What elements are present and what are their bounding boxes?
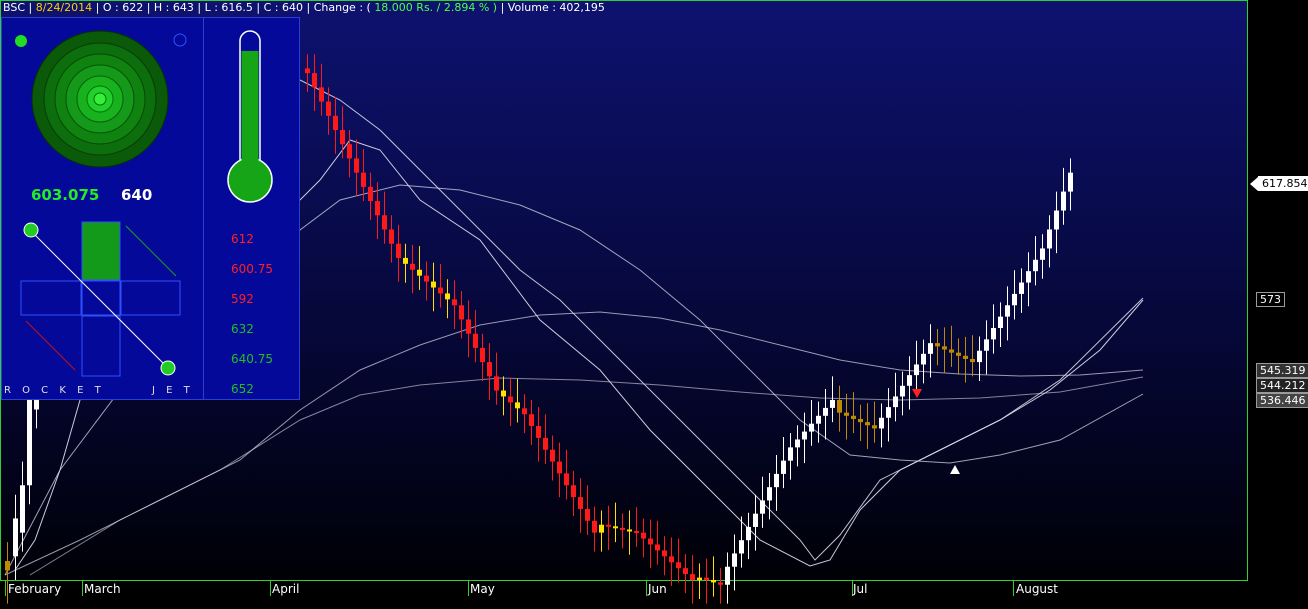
- axis-label-march: March: [84, 582, 121, 596]
- symbol: BSC: [3, 1, 26, 14]
- change-label: Change : (: [313, 1, 371, 14]
- price-tag-last: 617.854: [1258, 176, 1308, 191]
- price-tag-545: 545.319: [1256, 363, 1308, 378]
- slider-handle-top-icon: [23, 222, 39, 238]
- level-value: 632: [231, 322, 254, 336]
- level-value: 600.75: [231, 262, 273, 276]
- price-tag-536: 536.446: [1256, 393, 1308, 408]
- axis-label-april: April: [272, 582, 300, 596]
- level-value: 592: [231, 292, 254, 306]
- brand-left: R O C K E T: [4, 385, 105, 396]
- axis-label-february: February: [8, 582, 62, 596]
- slider-handle-bottom-icon: [160, 360, 176, 376]
- price-pointer-icon: [1250, 177, 1258, 191]
- status-light-off-icon: [173, 33, 187, 47]
- volume-value: | Volume : 402,195: [500, 1, 605, 14]
- open-value: O : 622: [102, 1, 144, 14]
- radar-icon: [31, 30, 169, 168]
- indicator-panel: 603.075 640 612 600.75 592 632 640.75 652 R O…: [1, 17, 300, 400]
- quote-header: BSC | 8/24/2014 | O : 622 | H : 643 | L …: [3, 1, 605, 14]
- axis-label-august: August: [1016, 582, 1058, 596]
- indicator-value-green: 603.075: [31, 186, 100, 204]
- change-value: 18.000 Rs. /: [374, 1, 441, 14]
- axis-label-may: May: [470, 582, 495, 596]
- close-value: C : 640: [263, 1, 303, 14]
- price-tag-573: 573: [1256, 292, 1285, 307]
- level-value: 612: [231, 232, 254, 246]
- status-light-green-icon: [15, 35, 27, 47]
- cross-grid: [20, 221, 181, 377]
- change-percent: 2.894 % ): [443, 1, 498, 14]
- brand-right: J E T: [152, 385, 194, 396]
- axis-label-jul: Jul: [853, 582, 868, 596]
- high-value: H : 643: [153, 1, 194, 14]
- date: 8/24/2014: [35, 1, 93, 14]
- price-tag-544: 544.212: [1256, 378, 1308, 393]
- axis-label-jun: Jun: [648, 582, 667, 596]
- indicator-value-white: 640: [121, 186, 153, 204]
- level-value: 640.75: [231, 352, 273, 366]
- thermometer-icon: [227, 30, 273, 203]
- time-axis-background: [0, 580, 1248, 609]
- low-value: L : 616.5: [204, 1, 253, 14]
- indicator-graphics: [15, 18, 273, 399]
- level-value: 652: [231, 382, 254, 396]
